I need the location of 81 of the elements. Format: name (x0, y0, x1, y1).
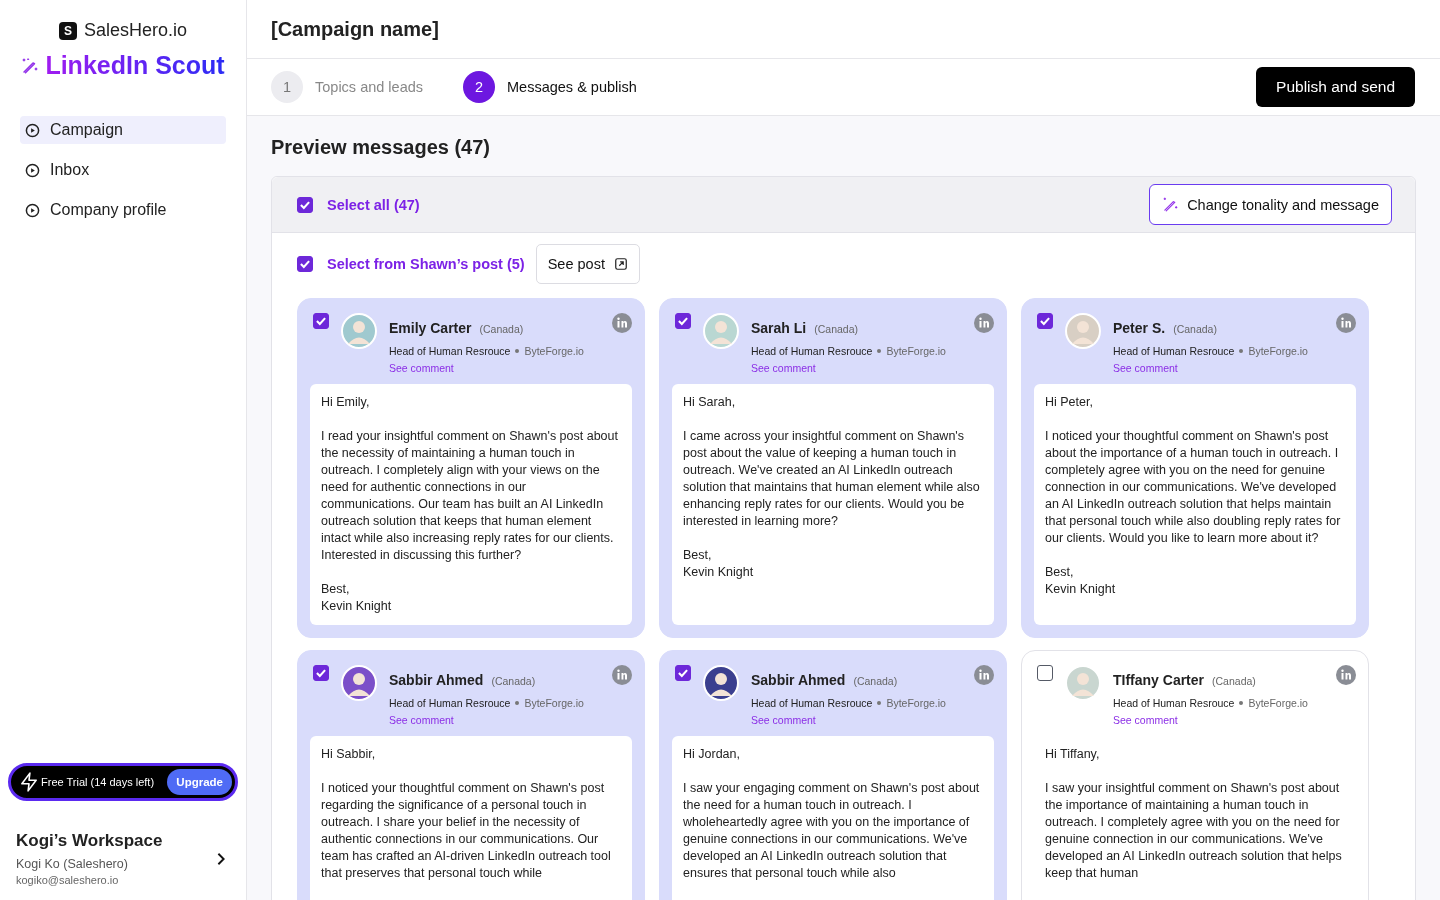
linkedin-icon[interactable] (612, 313, 632, 333)
external-link-icon (613, 257, 628, 271)
publish-button[interactable]: Publish and send (1256, 67, 1415, 107)
checkbox[interactable] (313, 313, 329, 329)
message-text: Hi Jordan, I saw your engaging comment on Shawn's post about the need for a human touch in outreach. I wholeheartedly agree with you on the importance of genuine connections in our communications. We've developed an AI LinkedIn outreach solution that ensures that personal touch while also (672, 736, 994, 900)
lead-role: Head of Human Resrouce (751, 697, 873, 709)
lead-country: (Canada) (1173, 323, 1217, 335)
play-circle-icon (25, 202, 40, 218)
lead-country: (Canada) (479, 323, 524, 335)
lead-country: (Canada) (853, 675, 898, 687)
lead-company: ByteForge.io (1248, 345, 1308, 357)
select-all-label: Select all (47) (327, 196, 420, 213)
message-text: Hi Sabbir, I noticed your thoughtful comment on Shawn's post regarding the significance of a personal touch in outreach. I share your belief in the necessity of authentic connections in our communications. Our team has crafted an AI-driven LinkedIn outreach tool that preserves that personal touch while (310, 736, 632, 900)
checkbox[interactable] (675, 313, 691, 329)
play-circle-icon (25, 122, 40, 138)
checkbox[interactable] (297, 196, 313, 213)
user-name: Kogi Ko (Saleshero) (16, 857, 129, 871)
play-circle-icon (25, 162, 40, 178)
see-comment-link[interactable]: See comment (1113, 714, 1178, 726)
brand-name: SalesHero.io (83, 20, 188, 41)
message-text: Hi Peter, I noticed your thoughtful comment on Shawn's post about the importance of a human touch in outreach. I completely agree with you on the need for genuine connection in our communications. We've developed an AI LinkedIn outreach solution that helps maintain that personal touch while also doubling reply rates for our clients. Would you like to learn more about it? Best, Kevin Knight (1034, 384, 1356, 625)
avatar (703, 665, 739, 701)
nav-item[interactable]: Company profile (20, 196, 226, 224)
lead-company: ByteForge.io (1248, 697, 1308, 709)
avatar (341, 665, 377, 701)
linkedin-icon[interactable] (612, 665, 632, 685)
nav-item[interactable]: Inbox (20, 156, 226, 184)
see-comment-link[interactable]: See comment (1113, 362, 1178, 374)
see-comment-link[interactable]: See comment (751, 362, 816, 374)
linkedin-icon[interactable] (974, 665, 994, 685)
lead-role: Head of Human Resrouce (751, 345, 873, 357)
see-comment-link[interactable]: See comment (389, 714, 454, 726)
lead-name: TIffany Carter (1113, 672, 1205, 688)
see-comment-link[interactable]: See comment (751, 714, 816, 726)
avatar (703, 313, 739, 349)
lead-role: Head of Human Resrouce (389, 345, 511, 357)
lead-company: ByteForge.io (524, 697, 584, 709)
lead-country: (Canada) (814, 323, 859, 335)
lead-country: (Canada) (1212, 675, 1256, 687)
page-title: [Campaign name] (271, 17, 439, 41)
user-email: kogiko@saleshero.io (16, 874, 120, 886)
section-title: Preview messages (47) (271, 136, 492, 159)
lead-company: ByteForge.io (524, 345, 584, 357)
message-text: Hi Emily, I read your insightful comment on Shawn's post about the necessity of maintaining a human touch in outreach. I completely align with your views on the need for authentic connections in our communications. Our team has built an AI LinkedIn outreach solution that keeps that human element intact while also increasing reply rates for our clients. Interested in discussing this further? Best, Kevin Knight (310, 384, 632, 625)
lead-name: Sabbir Ahmed (751, 672, 846, 688)
checkbox[interactable] (1037, 313, 1053, 329)
see-post-button[interactable]: See post (535, 244, 640, 284)
workspace-title: Kogi’s Workspace (16, 831, 164, 851)
step-tab[interactable]: 2 Messages & publish (463, 71, 637, 103)
lead-name: Emily Carter (389, 320, 472, 336)
checkbox[interactable] (1037, 665, 1053, 681)
lead-role: Head of Human Resrouce (1113, 345, 1235, 357)
linkedin-icon[interactable] (1336, 665, 1356, 685)
lead-name: Sabbir Ahmed (389, 672, 484, 688)
linkedin-icon[interactable] (974, 313, 994, 333)
see-comment-link[interactable]: See comment (389, 362, 454, 374)
lead-company: ByteForge.io (886, 697, 946, 709)
lightning-icon (21, 772, 37, 792)
avatar (1065, 313, 1101, 349)
avatar (341, 313, 377, 349)
step-tab[interactable]: 1 Topics and leads (271, 71, 423, 103)
lead-name: Sarah Li (751, 320, 807, 336)
trial-text: Free Trial (14 days left) (41, 776, 156, 788)
magic-wand-icon (21, 56, 40, 75)
avatar (1065, 665, 1101, 701)
linkedin-icon[interactable] (1336, 313, 1356, 333)
change-tonality-button[interactable]: Change tonality and message (1149, 184, 1392, 225)
select-post-label: Select from Shawn’s post (5) (327, 256, 525, 272)
checkbox[interactable] (675, 665, 691, 681)
message-text: Hi Sarah, I came across your insightful comment on Shawn's post about the value of keeping a human touch in outreach. We've created an AI LinkedIn outreach solution that maintains that human element while also enhancing reply rates for our clients. Would you be interested in learning more? Best, Kevin Knight (672, 384, 994, 625)
lead-name: Peter S. (1113, 320, 1166, 336)
logo-icon: S (58, 21, 77, 40)
lead-role: Head of Human Resrouce (389, 697, 511, 709)
checkbox[interactable] (313, 665, 329, 681)
lead-role: Head of Human Resrouce (1113, 697, 1235, 709)
magic-wand-icon (1162, 196, 1180, 213)
lead-country: (Canada) (491, 675, 536, 687)
upgrade-button[interactable]: Upgrade (167, 769, 232, 795)
lead-company: ByteForge.io (886, 345, 946, 357)
checkbox[interactable] (297, 256, 313, 272)
nav-item[interactable]: Campaign (20, 116, 226, 144)
